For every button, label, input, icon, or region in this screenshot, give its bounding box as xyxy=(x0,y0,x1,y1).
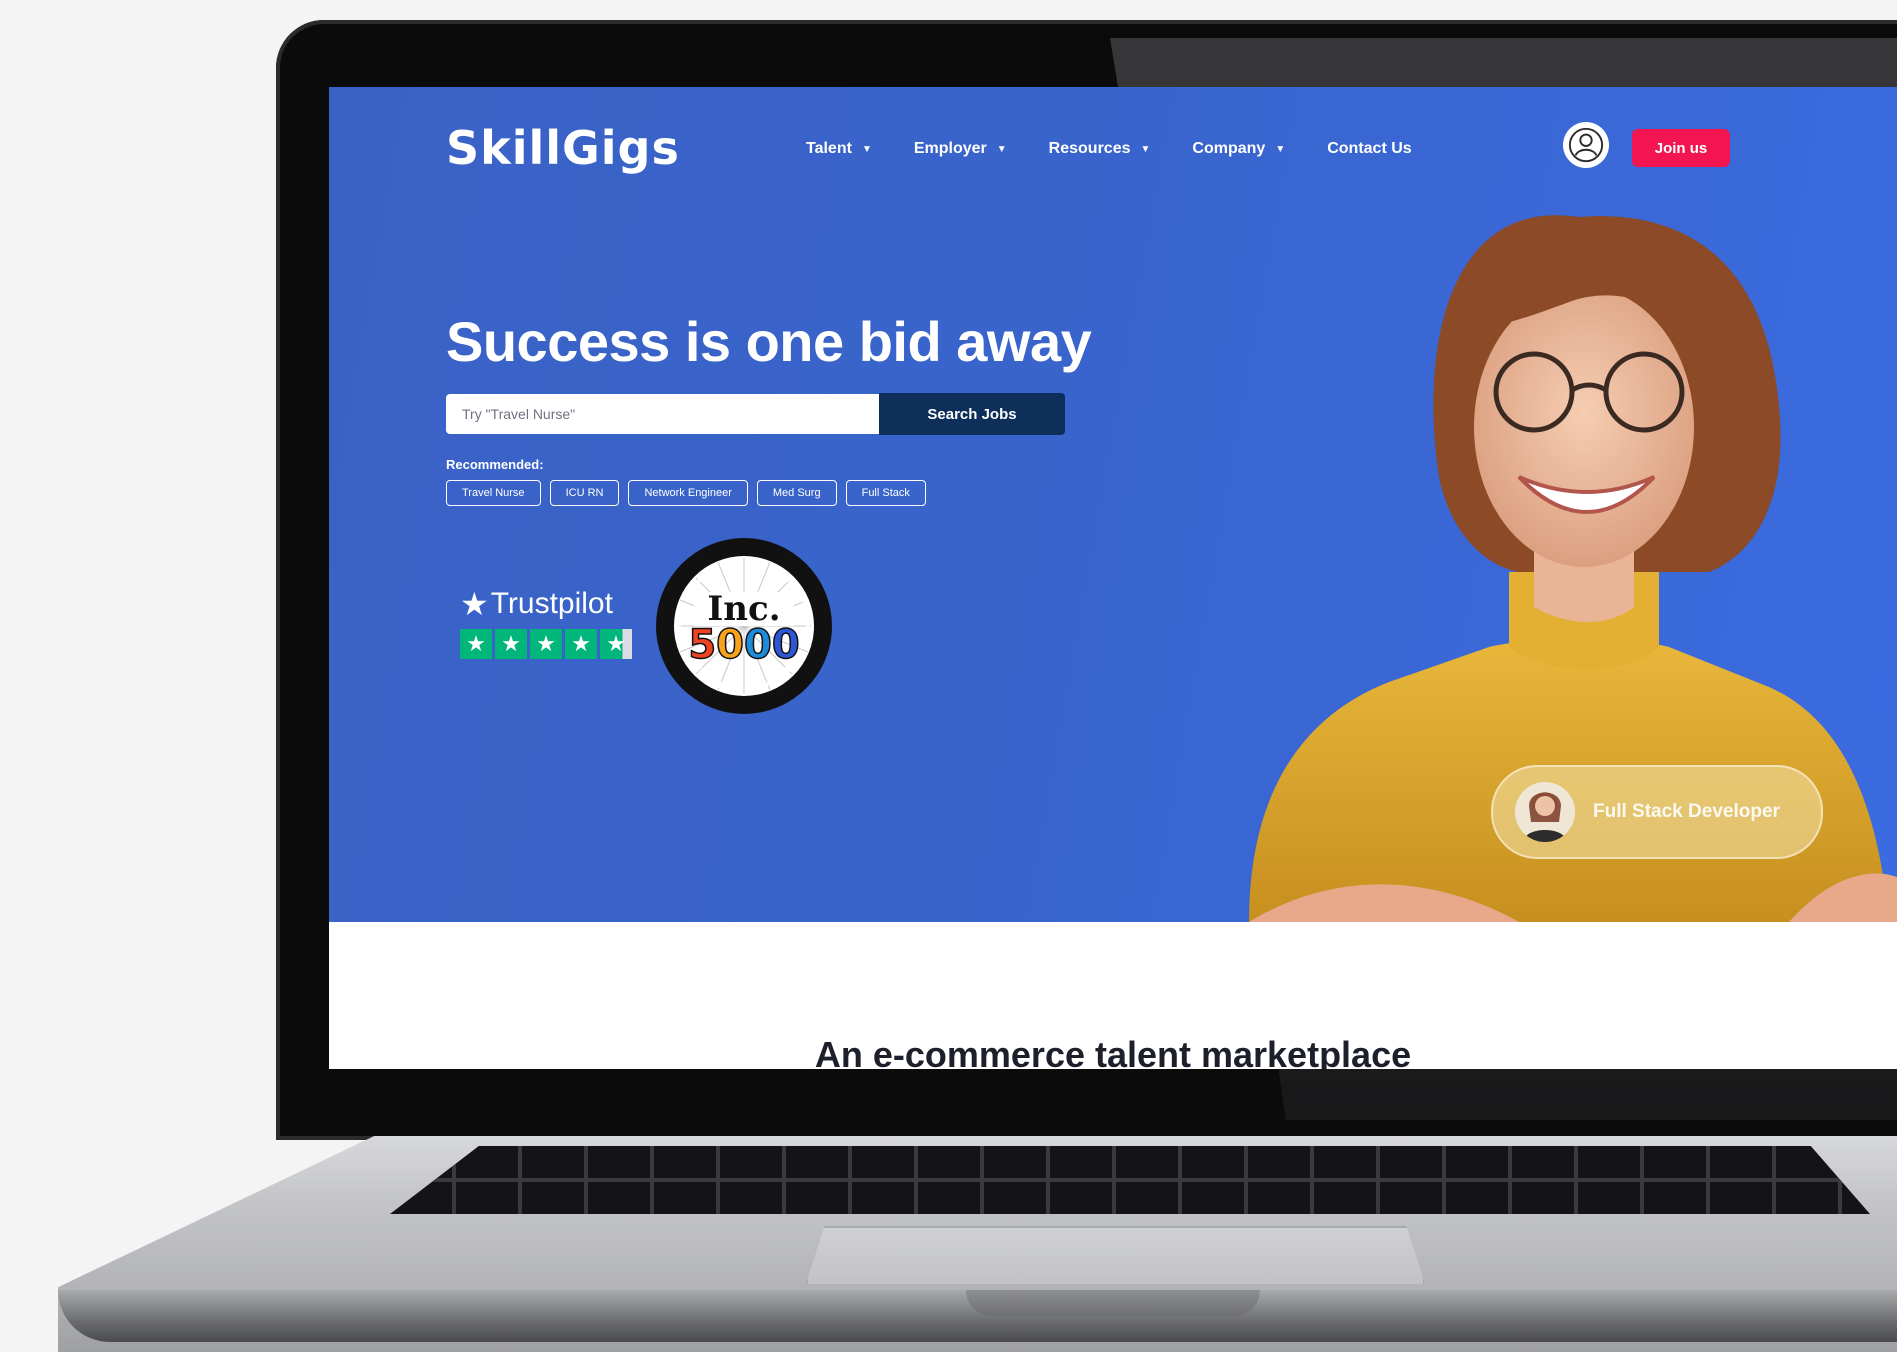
nav-item-employer[interactable]: Employer ▼ xyxy=(914,140,1007,158)
main-nav: Talent ▼ Employer ▼ Resources ▼ Company … xyxy=(806,140,1454,158)
trackpad xyxy=(806,1226,1425,1284)
digit-0: 0 xyxy=(744,622,772,668)
hero-section: SkillGigs Talent ▼ Employer ▼ Resources … xyxy=(329,87,1897,922)
trustpilot-logo: ★ Trustpilot xyxy=(460,585,632,623)
caret-down-icon: ▼ xyxy=(996,143,1007,155)
floating-role-pill: Full Stack Developer xyxy=(1491,765,1823,859)
trustpilot-rating: ★ ★ ★ ★ ★ xyxy=(460,629,632,659)
chip-med-surg[interactable]: Med Surg xyxy=(756,480,837,506)
nav-item-company[interactable]: Company ▼ xyxy=(1192,140,1285,158)
rating-star-icon: ★ xyxy=(600,629,632,659)
pill-label: Full Stack Developer xyxy=(1593,801,1780,822)
chip-icu-rn[interactable]: ICU RN xyxy=(549,480,620,506)
inc-5000-number: 5000 xyxy=(688,622,799,668)
digit-5: 5 xyxy=(688,622,716,668)
browser-screen: SkillGigs Talent ▼ Employer ▼ Resources … xyxy=(329,87,1897,1069)
rating-star-icon: ★ xyxy=(565,629,597,659)
nav-label: Company xyxy=(1192,140,1266,157)
recommended-chips: Travel Nurse ICU RN Network Engineer Med… xyxy=(446,480,935,506)
nav-item-talent[interactable]: Talent ▼ xyxy=(806,140,872,158)
job-search-bar: Search Jobs xyxy=(446,393,1065,435)
user-circle-icon[interactable] xyxy=(1563,122,1609,168)
caret-down-icon: ▼ xyxy=(1275,143,1286,155)
inc-5000-badge: AMERICA'S FASTEST-GROWING PRIVATE COMPAN… xyxy=(656,538,832,714)
nav-item-contact-us[interactable]: Contact Us xyxy=(1327,140,1411,158)
rating-star-icon: ★ xyxy=(530,629,562,659)
chip-full-stack[interactable]: Full Stack xyxy=(845,480,926,506)
digit-0: 0 xyxy=(772,622,800,668)
star-icon: ★ xyxy=(460,586,489,622)
rating-star-icon: ★ xyxy=(495,629,527,659)
digit-0: 0 xyxy=(716,622,744,668)
chip-network-engineer[interactable]: Network Engineer xyxy=(628,480,748,506)
rating-star-icon: ★ xyxy=(460,629,492,659)
search-jobs-button[interactable]: Search Jobs xyxy=(879,393,1065,435)
chip-travel-nurse[interactable]: Travel Nurse xyxy=(446,480,541,506)
recommended-label: Recommended: xyxy=(446,457,544,472)
nav-item-resources[interactable]: Resources ▼ xyxy=(1049,140,1151,158)
nav-label: Employer xyxy=(913,140,987,157)
lid-notch xyxy=(966,1290,1260,1316)
nav-label: Resources xyxy=(1048,140,1131,157)
hero-headline: Success is one bid away xyxy=(446,310,1092,373)
nav-label: Contact Us xyxy=(1327,140,1412,157)
nav-label: Talent xyxy=(806,140,852,157)
skillgigs-logo[interactable]: SkillGigs xyxy=(446,121,680,175)
caret-down-icon: ▼ xyxy=(861,143,872,155)
join-us-button[interactable]: Join us xyxy=(1632,129,1730,167)
trustpilot-badge[interactable]: ★ Trustpilot ★ ★ ★ ★ ★ xyxy=(460,585,632,659)
section-title: An e-commerce talent marketplace xyxy=(814,1034,1412,1069)
caret-down-icon: ▼ xyxy=(1140,143,1151,155)
trustpilot-name: Trustpilot xyxy=(490,587,613,620)
job-search-input[interactable] xyxy=(446,394,879,434)
avatar xyxy=(1515,782,1575,842)
keyboard xyxy=(390,1146,1870,1214)
